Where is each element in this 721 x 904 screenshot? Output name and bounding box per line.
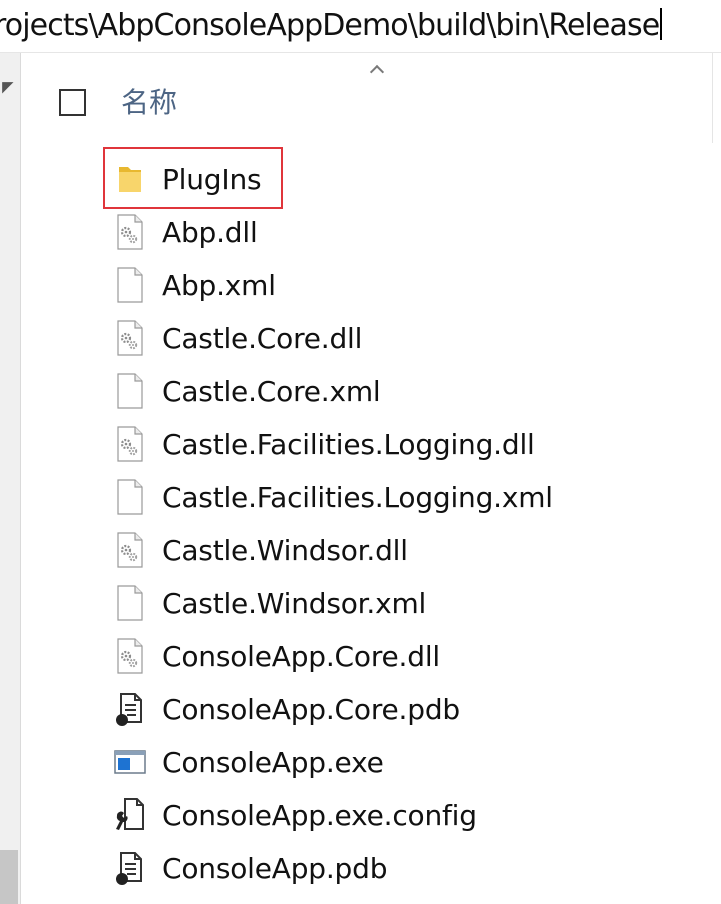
file-name[interactable]: Castle.Facilities.Logging.dll [162,425,535,465]
file-name[interactable]: Castle.Windsor.dll [162,531,408,571]
sort-ascending-icon[interactable] [369,64,385,80]
document-icon [113,372,147,410]
dll-icon [113,319,147,357]
chevron-right-icon[interactable] [0,76,14,94]
file-row[interactable]: Castle.Windsor.dll [22,525,721,578]
file-name[interactable]: Castle.Core.xml [162,372,381,412]
pdb-icon [113,690,147,728]
file-name[interactable]: ConsoleApp.Core.pdb [162,690,460,730]
file-row[interactable]: Castle.Core.dll [22,313,721,366]
document-icon [113,478,147,516]
document-icon [113,584,147,622]
file-list-pane: 名称 PlugIns Abp.dll Abp.xml Castle.Core.dll C… [22,53,721,904]
file-list: PlugIns Abp.dll Abp.xml Castle.Core.dll Cast… [22,147,721,896]
file-name[interactable]: ConsoleApp.Core.dll [162,637,440,677]
file-row[interactable]: PlugIns [22,147,721,209]
file-name[interactable]: Abp.xml [162,266,276,306]
file-row[interactable]: Abp.xml [22,260,721,313]
dll-icon [113,425,147,463]
column-header-name[interactable]: 名称 [121,83,177,123]
address-path[interactable]: rojects\AbpConsoleAppDemo\build\bin\Rele… [0,6,663,46]
exe-icon [113,743,147,781]
file-row[interactable]: Castle.Core.xml [22,366,721,419]
file-name[interactable]: ConsoleApp.exe [162,743,384,783]
file-row[interactable]: Castle.Windsor.xml [22,578,721,631]
file-row[interactable]: ConsoleApp.pdb [22,843,721,896]
file-name[interactable]: ConsoleApp.exe.config [162,796,477,836]
file-name[interactable]: Abp.dll [162,213,258,253]
dll-icon [113,531,147,569]
scrollbar-thumb[interactable] [0,850,18,904]
navigation-pane[interactable] [0,53,21,904]
config-icon [113,796,147,834]
file-name[interactable]: PlugIns [162,160,262,200]
file-name[interactable]: Castle.Windsor.xml [162,584,426,624]
folder-icon [113,160,147,198]
file-row[interactable]: ConsoleApp.exe [22,737,721,790]
file-name[interactable]: Castle.Facilities.Logging.xml [162,478,553,518]
column-header-row: 名称 [22,79,721,127]
file-row[interactable]: Castle.Facilities.Logging.xml [22,472,721,525]
text-caret [660,8,663,40]
pdb-icon [113,849,147,887]
file-row[interactable]: ConsoleApp.Core.pdb [22,684,721,737]
address-path-text[interactable]: rojects\AbpConsoleAppDemo\build\bin\Rele… [0,8,660,43]
file-row[interactable]: ConsoleApp.Core.dll [22,631,721,684]
file-name[interactable]: Castle.Core.dll [162,319,362,359]
dll-icon [113,637,147,675]
file-name[interactable]: ConsoleApp.pdb [162,849,387,889]
file-row[interactable]: ConsoleApp.exe.config [22,790,721,843]
file-row[interactable]: Abp.dll [22,207,721,260]
select-all-checkbox[interactable] [59,89,86,116]
file-row[interactable]: Castle.Facilities.Logging.dll [22,419,721,472]
document-icon [113,266,147,304]
dll-icon [113,213,147,251]
address-bar[interactable]: rojects\AbpConsoleAppDemo\build\bin\Rele… [0,0,721,53]
column-divider[interactable] [712,53,713,143]
